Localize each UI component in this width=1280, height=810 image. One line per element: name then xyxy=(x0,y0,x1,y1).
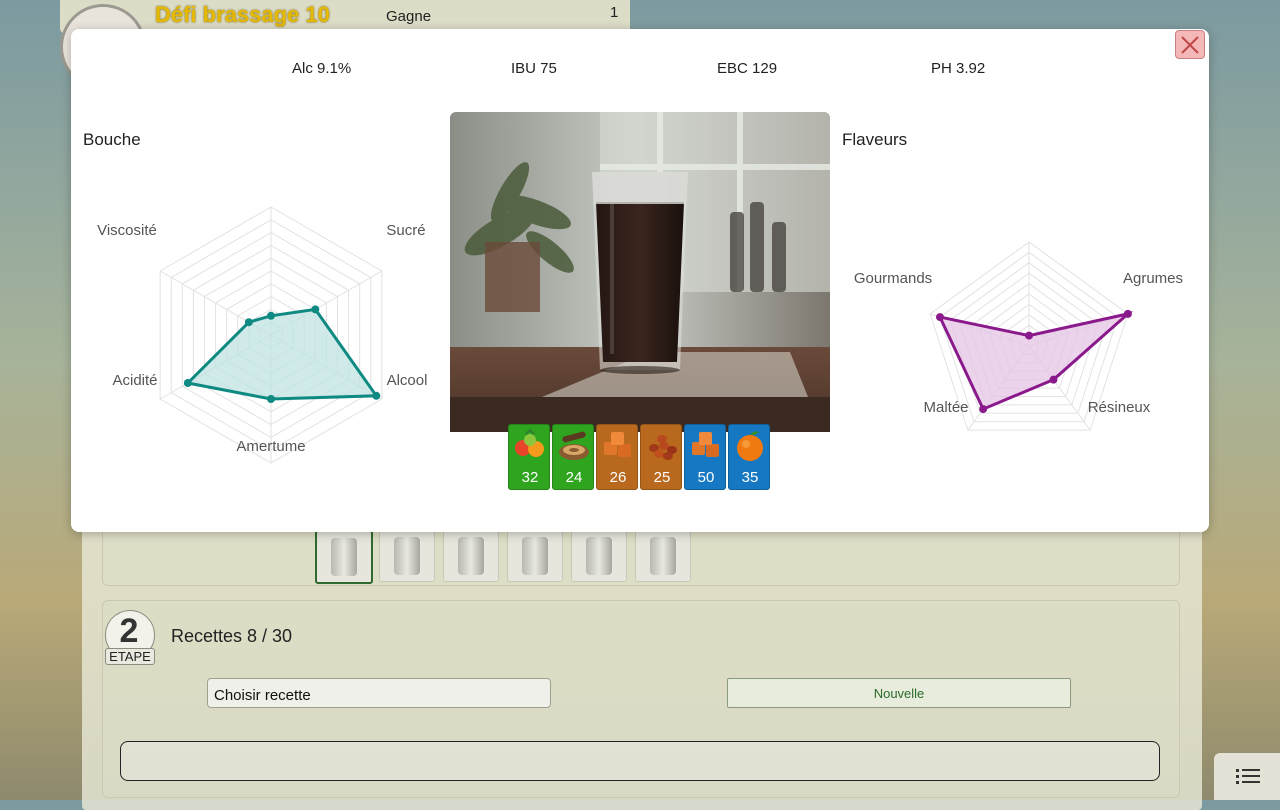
stat-ebc: EBC 129 xyxy=(717,60,778,77)
ingredient-value: 25 xyxy=(653,469,671,486)
ingredient-tile[interactable]: 26 xyxy=(596,424,638,490)
ingredient-value: 50 xyxy=(697,469,715,486)
radar-point xyxy=(244,318,253,327)
tank-option[interactable] xyxy=(635,530,691,582)
bouche-radar-chart: Sucré Alcool Amertume Acidité Viscosité xyxy=(97,206,428,464)
caramel-cubes-icon xyxy=(604,432,631,457)
challenge-count: 1 xyxy=(610,4,619,21)
orange-icon xyxy=(737,431,763,461)
step-number: 2 xyxy=(119,612,139,650)
roasted-beans-icon xyxy=(649,435,677,460)
caramel-cubes-icon xyxy=(692,432,719,457)
ingredient-value: 24 xyxy=(565,469,583,486)
list-icon xyxy=(1236,769,1260,784)
ingredient-value: 26 xyxy=(609,469,627,486)
radar-point xyxy=(372,391,381,400)
ingredient-value: 35 xyxy=(741,469,759,486)
new-recipe-button[interactable]: Nouvelle xyxy=(727,678,1071,708)
ingredient-tile[interactable]: 32 xyxy=(508,424,550,490)
radar-axis-label: Amertume xyxy=(236,438,305,455)
ingredient-tile[interactable]: 25 xyxy=(640,424,682,490)
radar-point xyxy=(267,311,275,320)
flaveurs-radar-chart: Agrumes Résineux Maltée Gourmands xyxy=(854,241,1183,431)
challenge-status: Gagne xyxy=(386,8,432,25)
stat-alcohol: Alc 9.1% xyxy=(292,60,352,77)
radar-axis-label: Sucré xyxy=(386,222,425,239)
radar-point xyxy=(1025,331,1033,340)
stat-ph: PH 3.92 xyxy=(931,60,986,77)
tank-option[interactable] xyxy=(443,530,499,582)
fruit-basket-icon xyxy=(515,428,544,457)
radar-axis-label: Agrumes xyxy=(1123,270,1183,287)
tank-option[interactable] xyxy=(315,530,373,584)
ingredient-tile[interactable]: 35 xyxy=(728,424,770,490)
tank-option[interactable] xyxy=(507,530,563,582)
stat-ibu: IBU 75 xyxy=(511,60,557,77)
radar-point xyxy=(1049,375,1058,384)
radar-axis-label: Viscosité xyxy=(97,222,157,239)
flaveurs-title: Flaveurs xyxy=(842,130,908,149)
radar-point xyxy=(311,305,320,314)
wood-log-icon xyxy=(559,431,589,460)
radar-axis-label: Résineux xyxy=(1088,399,1151,416)
challenge-title: Défi brassage 10 xyxy=(155,2,330,27)
step-label: ETAPE xyxy=(105,648,155,665)
close-button[interactable] xyxy=(1175,30,1205,59)
radar-series-area xyxy=(184,307,380,401)
ingredient-tile[interactable]: 50 xyxy=(684,424,726,490)
radar-point xyxy=(1123,309,1132,318)
radar-point xyxy=(183,379,192,387)
radar-axis-label: Maltée xyxy=(923,399,968,416)
tank-option[interactable] xyxy=(571,530,627,582)
radar-point xyxy=(979,405,988,414)
recipe-input-bar[interactable] xyxy=(120,741,1160,781)
radar-point xyxy=(267,395,275,403)
close-icon xyxy=(1181,36,1199,54)
menu-button[interactable] xyxy=(1214,753,1280,800)
ingredient-value: 32 xyxy=(521,469,539,486)
beer-glass-image xyxy=(450,112,830,432)
radar-series-area xyxy=(937,311,1134,412)
radar-point xyxy=(935,313,944,322)
radar-axis-label: Acidité xyxy=(112,372,157,389)
tank-option[interactable] xyxy=(379,530,435,582)
bouche-title: Bouche xyxy=(83,130,141,149)
beer-profile-modal: Alc 9.1% IBU 75 EBC 129 PH 3.92 Bouche F… xyxy=(71,29,1209,532)
ingredient-tile[interactable]: 24 xyxy=(552,424,594,490)
radar-axis-label: Gourmands xyxy=(854,270,932,287)
radar-axis-label: Alcool xyxy=(387,372,428,389)
recipes-count: Recettes 8 / 30 xyxy=(171,626,293,646)
step-badge: 2 ETAPE xyxy=(103,610,155,668)
choose-recipe-select[interactable]: Choisir recette xyxy=(207,678,551,708)
